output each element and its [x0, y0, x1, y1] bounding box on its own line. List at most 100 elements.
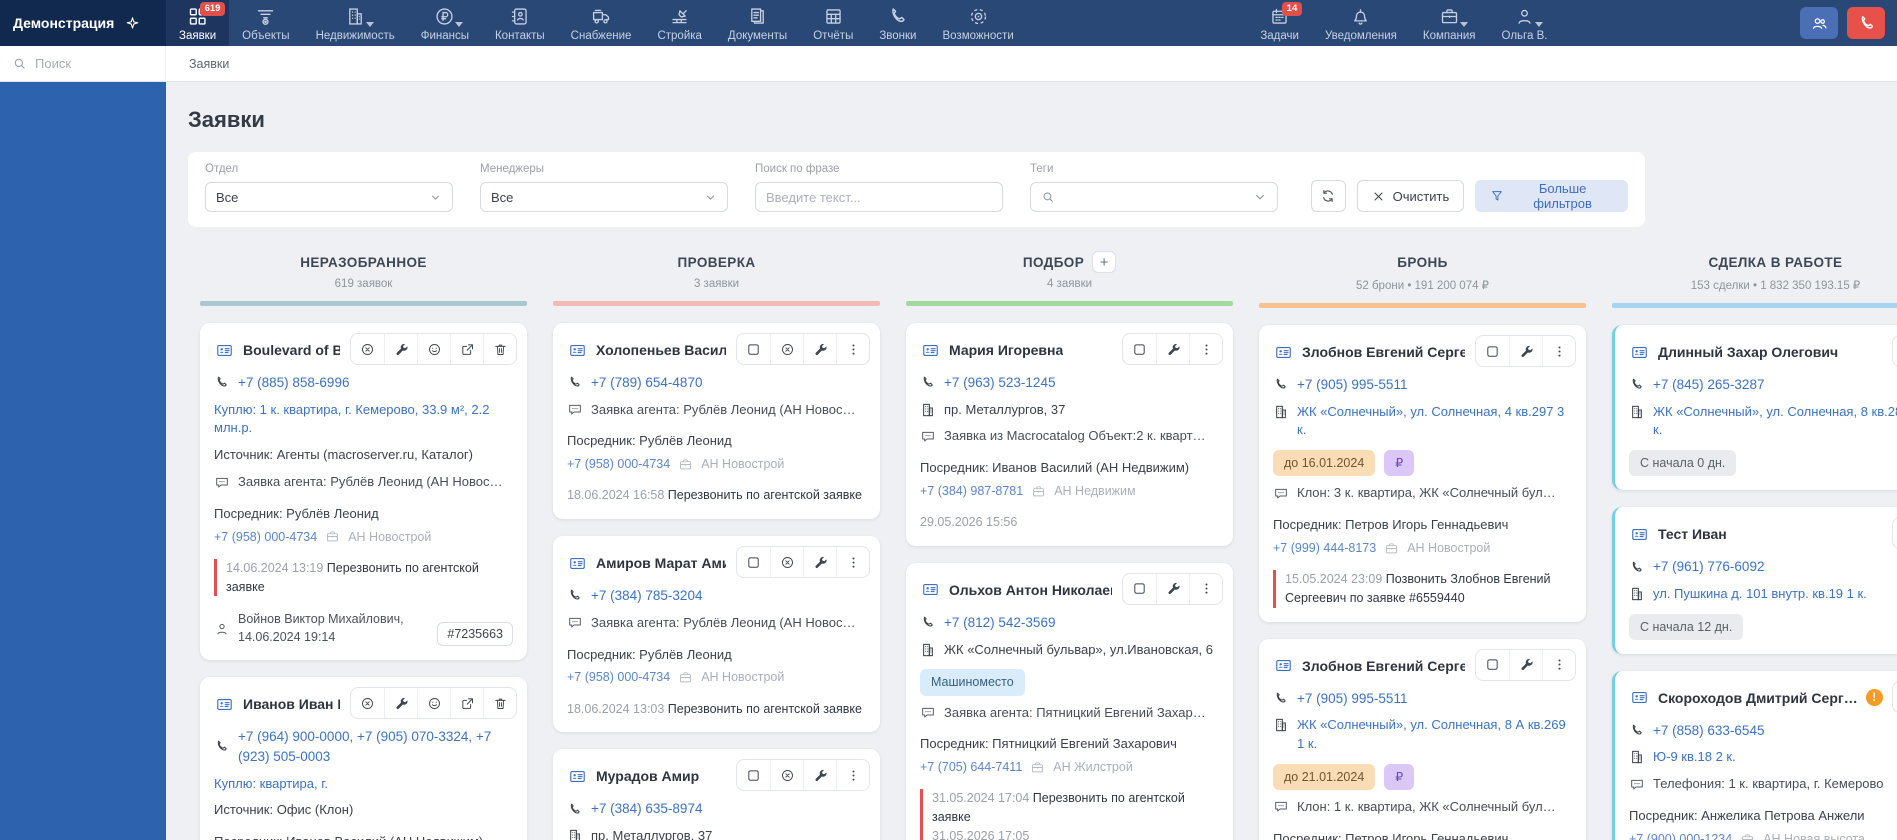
request-card[interactable]: Ольхов Антон Николаевич +7 (812) 542-3569… — [906, 562, 1233, 840]
refresh-button[interactable] — [1311, 180, 1346, 212]
agent-phone-link[interactable]: +7 (958) 000-4734 — [214, 528, 317, 546]
phone-link[interactable]: +7 (885) 858-6996 — [238, 373, 349, 393]
wrench-button[interactable] — [1156, 573, 1189, 604]
phone-link[interactable]: +7 (963) 523-1245 — [944, 373, 1055, 393]
phone-link[interactable]: +7 (845) 265-3287 — [1653, 375, 1764, 395]
phone-link[interactable]: +7 (812) 542-3569 — [944, 613, 1055, 633]
kebab-button[interactable] — [1542, 336, 1575, 366]
checkbox-button[interactable] — [737, 547, 770, 577]
wrench-button[interactable] — [384, 688, 417, 719]
nav-item-nedvizhimost[interactable]: Недвижимость — [303, 0, 408, 46]
kebab-button[interactable] — [836, 334, 869, 364]
phone-link[interactable]: +7 (964) 900-0000, +7 (905) 070-3324, +7… — [238, 727, 513, 766]
kebab-button[interactable] — [1542, 649, 1575, 680]
checkbox-button[interactable] — [1123, 334, 1156, 364]
checkbox-button[interactable] — [1893, 518, 1897, 548]
smiley-button[interactable] — [417, 334, 450, 364]
nav-item-zayavki[interactable]: 619 Заявки — [166, 0, 230, 46]
checkbox-button[interactable] — [1476, 650, 1509, 680]
wrench-button[interactable] — [803, 334, 836, 364]
agent-phone-link[interactable]: +7 (958) 000-4734 — [567, 668, 670, 686]
nav-item-snabzhenie[interactable]: Снабжение — [558, 0, 645, 46]
agent-phone-link[interactable]: +7 (384) 987-8781 — [920, 482, 1023, 500]
agent-phone-link[interactable]: +7 (999) 444-8173 — [1273, 539, 1376, 557]
nav-item-stroyka[interactable]: Стройка — [644, 0, 714, 46]
circle-x-button[interactable] — [770, 334, 803, 364]
phone-link[interactable]: +7 (905) 995-5511 — [1297, 689, 1407, 709]
wrench-button[interactable] — [1156, 334, 1189, 364]
nav-item-zvonki[interactable]: Звонки — [866, 0, 929, 46]
request-card[interactable]: Мария Игоревна +7 (963) 523-1245 пр. Метал… — [906, 323, 1233, 546]
trash-button[interactable] — [483, 334, 516, 364]
search-input[interactable] — [35, 56, 145, 71]
checkbox-button[interactable] — [1123, 574, 1156, 604]
clear-filters-button[interactable]: Очистить — [1356, 180, 1465, 212]
more-filters-button[interactable]: Больше фильтров — [1475, 180, 1628, 212]
nav-item-uvedomleniya[interactable]: Уведомления — [1312, 0, 1410, 46]
wrench-button[interactable] — [803, 760, 836, 791]
add-card-button[interactable]: + — [1092, 251, 1117, 273]
request-card[interactable]: Тест Иван +7 (961) 776-6092 ул. Пушкина д.… — [1612, 507, 1897, 654]
circle-x-button[interactable] — [770, 547, 803, 578]
nav-item-dokumenty[interactable]: Документы — [715, 0, 800, 46]
address-text[interactable]: ЖК «Солнечный», ул. Солнечная, 4 кв.297 … — [1297, 403, 1572, 441]
nav-item-otchety[interactable]: Отчёты — [800, 0, 866, 46]
nav-item-kompaniya[interactable]: Компания — [1410, 0, 1489, 46]
address-text[interactable]: Ю-9 кв.18 2 к. — [1653, 748, 1736, 767]
nav-item-vozmozhnosti[interactable]: Возможности — [929, 0, 1026, 46]
checkbox-button[interactable] — [1893, 682, 1897, 712]
request-card[interactable]: Boulevard of Broken… +7 (885) 858-6996 Куп… — [200, 323, 527, 661]
circle-x-button[interactable] — [351, 688, 384, 718]
request-link[interactable]: Куплю: квартира, г. — [214, 775, 513, 794]
nav-item-obekty[interactable]: Объекты — [229, 0, 302, 46]
request-link[interactable]: Куплю: 1 к. квартира, г. Кемерово, 33.9 … — [214, 401, 513, 439]
circle-x-button[interactable] — [770, 760, 803, 791]
phone-link[interactable]: +7 (905) 995-5511 — [1297, 375, 1407, 395]
request-card[interactable]: Иванов Иван Иван… +7 (964) 900-0000, +7 (… — [200, 677, 527, 840]
request-card[interactable]: Скороходов Дмитрий Серг…! +7 (858) 633-65… — [1612, 670, 1897, 840]
phone-link[interactable]: +7 (858) 633-6545 — [1653, 721, 1764, 741]
checkbox-button[interactable] — [1893, 336, 1897, 366]
wrench-button[interactable] — [1509, 649, 1542, 680]
agent-phone-link[interactable]: +7 (705) 644-7411 — [920, 758, 1022, 776]
trash-button[interactable] — [483, 688, 516, 719]
phrase-input[interactable] — [766, 189, 992, 205]
tags-select[interactable] — [1030, 182, 1278, 212]
workspace-switcher[interactable]: Демонстрация — [0, 0, 166, 46]
share-button[interactable] — [450, 688, 483, 719]
agent-phone-link[interactable]: +7 (958) 000-4734 — [567, 455, 670, 473]
kebab-button[interactable] — [836, 760, 869, 791]
kebab-button[interactable] — [1189, 334, 1222, 364]
wrench-button[interactable] — [1509, 336, 1542, 366]
address-text[interactable]: ЖК «Солнечный», ул. Солнечная, 8 А кв.26… — [1297, 716, 1572, 754]
request-card[interactable]: Мурадов Амир +7 (384) 635-8974 пр. Металлу… — [553, 749, 880, 840]
checkbox-button[interactable] — [737, 334, 770, 364]
kebab-button[interactable] — [1189, 573, 1222, 604]
request-card[interactable]: Длинный Захар Олегович +7 (845) 265-3287 Ж… — [1612, 325, 1897, 491]
phone-link[interactable]: +7 (384) 785-3204 — [591, 586, 702, 606]
wrench-button[interactable] — [803, 547, 836, 578]
global-search[interactable] — [0, 46, 166, 81]
request-card[interactable]: Холопеньев Василий … +7 (789) 654-4870 Зая… — [553, 323, 880, 520]
checkbox-button[interactable] — [737, 760, 770, 790]
nav-item-kontakty[interactable]: Контакты — [482, 0, 558, 46]
checkbox-button[interactable] — [1476, 336, 1509, 366]
circle-x-button[interactable] — [351, 334, 384, 364]
team-button[interactable] — [1800, 7, 1839, 39]
call-button[interactable] — [1847, 7, 1886, 39]
request-card[interactable]: Злобнов Евгений Сергеевич +7 (905) 995-55… — [1259, 638, 1586, 840]
request-card[interactable]: Амиров Марат Аминов… +7 (384) 785-3204 Зая… — [553, 536, 880, 733]
phone-link[interactable]: +7 (789) 654-4870 — [591, 373, 702, 393]
address-text[interactable]: ул. Пушкина д. 101 внутр. кв.19 1 к. — [1653, 585, 1867, 604]
nav-item-profile[interactable]: Ольга В. — [1489, 0, 1561, 46]
request-card[interactable]: Злобнов Евгений Сергеевич +7 (905) 995-55… — [1259, 325, 1586, 622]
nav-item-finansy[interactable]: Финансы — [408, 0, 482, 46]
wrench-button[interactable] — [384, 334, 417, 364]
nav-item-zadachi[interactable]: 14 Задачи — [1247, 0, 1312, 46]
kebab-button[interactable] — [836, 547, 869, 578]
agent-phone-link[interactable]: +7 (900) 000-1234 — [1629, 830, 1732, 840]
managers-select[interactable]: Все — [480, 182, 728, 212]
share-button[interactable] — [450, 334, 483, 364]
department-select[interactable]: Все — [205, 182, 453, 212]
phone-link[interactable]: +7 (384) 635-8974 — [591, 799, 702, 819]
